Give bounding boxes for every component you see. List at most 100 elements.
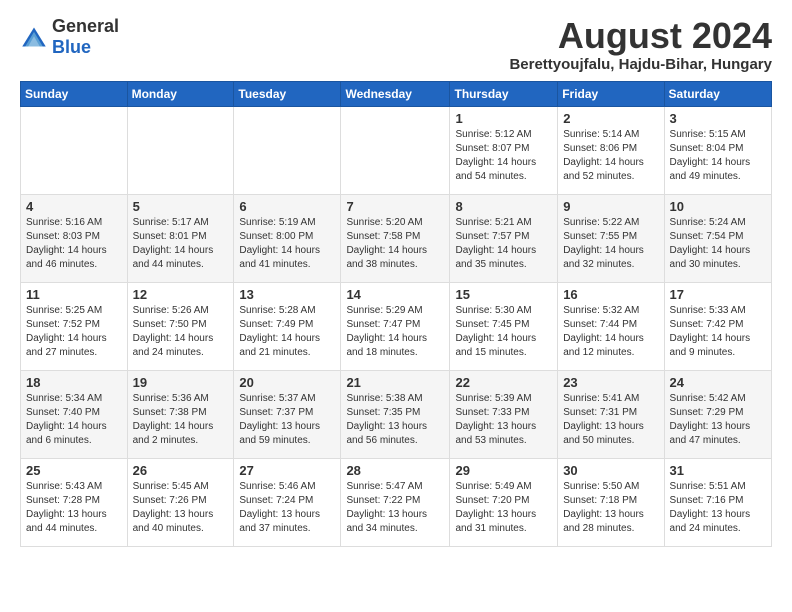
calendar-cell: 6 Sunrise: 5:19 AM Sunset: 8:00 PM Daylig… [234,194,341,282]
calendar-cell: 5 Sunrise: 5:17 AM Sunset: 8:01 PM Daylig… [127,194,234,282]
calendar-cell [341,106,450,194]
cell-detail: Sunrise: 5:21 AM Sunset: 7:57 PM Dayligh… [455,216,552,272]
calendar-week-row: 18Sunrise: 5:34 AM Sunset: 7:40 PM Dayli… [21,370,772,458]
calendar-cell: 15 Sunrise: 5:30 AM Sunset: 7:45 PM Dayli… [450,282,558,370]
cell-detail: Sunrise: 5:33 AM Sunset: 7:42 PM Dayligh… [670,304,766,360]
cell-detail: Sunrise: 5:51 AM Sunset: 7:16 PM Dayligh… [670,480,766,536]
day-number: 5 [133,199,229,214]
cell-detail: Sunrise: 5:37 AM Sunset: 7:37 PM Dayligh… [239,392,335,448]
cell-detail: Sunrise: 5:32 AM Sunset: 7:44 PM Dayligh… [563,304,658,360]
calendar-week-row: 25 Sunrise: 5:43 AM Sunset: 7:28 PM Dayli… [21,458,772,546]
calendar-cell: 20 Sunrise: 5:37 AM Sunset: 7:37 PM Dayli… [234,370,341,458]
calendar-table: SundayMondayTuesdayWednesdayThursdayFrid… [20,81,772,547]
logo: General Blue [20,16,119,58]
day-number: 12 [133,287,229,302]
calendar-cell: 3 Sunrise: 5:15 AM Sunset: 8:04 PM Daylig… [664,106,771,194]
day-number: 22 [455,375,552,390]
calendar-cell: 24 Sunrise: 5:42 AM Sunset: 7:29 PM Dayli… [664,370,771,458]
day-number: 28 [346,463,444,478]
calendar-cell: 1Sunrise: 5:12 AM Sunset: 8:07 PM Daylig… [450,106,558,194]
calendar-week-row: 11 Sunrise: 5:25 AM Sunset: 7:52 PM Dayli… [21,282,772,370]
calendar-week-row: 1Sunrise: 5:12 AM Sunset: 8:07 PM Daylig… [21,106,772,194]
cell-detail: Sunrise: 5:43 AM Sunset: 7:28 PM Dayligh… [26,480,122,536]
weekday-header-monday: Monday [127,81,234,106]
calendar-cell: 19 Sunrise: 5:36 AM Sunset: 7:38 PM Dayli… [127,370,234,458]
cell-detail: Sunrise: 5:30 AM Sunset: 7:45 PM Dayligh… [455,304,552,360]
weekday-header-wednesday: Wednesday [341,81,450,106]
cell-detail: Sunrise: 5:16 AM Sunset: 8:03 PM Dayligh… [26,216,122,272]
cell-detail: Sunrise: 5:12 AM Sunset: 8:07 PM Dayligh… [455,128,552,184]
cell-detail: Sunrise: 5:49 AM Sunset: 7:20 PM Dayligh… [455,480,552,536]
calendar-cell: 22 Sunrise: 5:39 AM Sunset: 7:33 PM Dayli… [450,370,558,458]
cell-detail: Sunrise: 5:45 AM Sunset: 7:26 PM Dayligh… [133,480,229,536]
cell-detail: Sunrise: 5:29 AM Sunset: 7:47 PM Dayligh… [346,304,444,360]
cell-detail: Sunrise: 5:46 AM Sunset: 7:24 PM Dayligh… [239,480,335,536]
calendar-cell [21,106,128,194]
day-number: 26 [133,463,229,478]
calendar-cell: 30 Sunrise: 5:50 AM Sunset: 7:18 PM Dayli… [558,458,664,546]
weekday-header-thursday: Thursday [450,81,558,106]
weekday-header-friday: Friday [558,81,664,106]
calendar-cell: 8 Sunrise: 5:21 AM Sunset: 7:57 PM Daylig… [450,194,558,282]
calendar-cell: 27 Sunrise: 5:46 AM Sunset: 7:24 PM Dayli… [234,458,341,546]
calendar-header: SundayMondayTuesdayWednesdayThursdayFrid… [21,81,772,106]
weekday-header-sunday: Sunday [21,81,128,106]
cell-detail: Sunrise: 5:39 AM Sunset: 7:33 PM Dayligh… [455,392,552,448]
cell-detail: Sunrise: 5:24 AM Sunset: 7:54 PM Dayligh… [670,216,766,272]
day-number: 27 [239,463,335,478]
cell-detail: Sunrise: 5:38 AM Sunset: 7:35 PM Dayligh… [346,392,444,448]
cell-detail: Sunrise: 5:42 AM Sunset: 7:29 PM Dayligh… [670,392,766,448]
day-number: 19 [133,375,229,390]
cell-detail: Sunrise: 5:14 AM Sunset: 8:06 PM Dayligh… [563,128,658,184]
day-number: 30 [563,463,658,478]
cell-detail: Sunrise: 5:25 AM Sunset: 7:52 PM Dayligh… [26,304,122,360]
day-number: 20 [239,375,335,390]
calendar-cell: 14Sunrise: 5:29 AM Sunset: 7:47 PM Dayli… [341,282,450,370]
calendar-cell: 21Sunrise: 5:38 AM Sunset: 7:35 PM Dayli… [341,370,450,458]
day-number: 11 [26,287,122,302]
weekday-header-tuesday: Tuesday [234,81,341,106]
day-number: 17 [670,287,766,302]
day-number: 6 [239,199,335,214]
day-number: 3 [670,111,766,126]
cell-detail: Sunrise: 5:28 AM Sunset: 7:49 PM Dayligh… [239,304,335,360]
page-header: General Blue August 2024 Berettyoujfalu,… [20,16,772,73]
calendar-cell: 23Sunrise: 5:41 AM Sunset: 7:31 PM Dayli… [558,370,664,458]
calendar-body: 1Sunrise: 5:12 AM Sunset: 8:07 PM Daylig… [21,106,772,546]
day-number: 2 [563,111,658,126]
calendar-cell: 16 Sunrise: 5:32 AM Sunset: 7:44 PM Dayli… [558,282,664,370]
weekday-header-row: SundayMondayTuesdayWednesdayThursdayFrid… [21,81,772,106]
calendar-cell: 29Sunrise: 5:49 AM Sunset: 7:20 PM Dayli… [450,458,558,546]
day-number: 18 [26,375,122,390]
cell-detail: Sunrise: 5:17 AM Sunset: 8:01 PM Dayligh… [133,216,229,272]
cell-detail: Sunrise: 5:26 AM Sunset: 7:50 PM Dayligh… [133,304,229,360]
calendar-cell: 7Sunrise: 5:20 AM Sunset: 7:58 PM Daylig… [341,194,450,282]
cell-detail: Sunrise: 5:20 AM Sunset: 7:58 PM Dayligh… [346,216,444,272]
day-number: 16 [563,287,658,302]
cell-detail: Sunrise: 5:36 AM Sunset: 7:38 PM Dayligh… [133,392,229,448]
day-number: 10 [670,199,766,214]
month-year-title: August 2024 [509,16,772,56]
location-subtitle: Berettyoujfalu, Hajdu-Bihar, Hungary [509,56,772,73]
calendar-cell: 13Sunrise: 5:28 AM Sunset: 7:49 PM Dayli… [234,282,341,370]
cell-detail: Sunrise: 5:15 AM Sunset: 8:04 PM Dayligh… [670,128,766,184]
calendar-cell: 2 Sunrise: 5:14 AM Sunset: 8:06 PM Daylig… [558,106,664,194]
logo-text: General Blue [52,16,119,58]
day-number: 25 [26,463,122,478]
day-number: 31 [670,463,766,478]
cell-detail: Sunrise: 5:50 AM Sunset: 7:18 PM Dayligh… [563,480,658,536]
calendar-cell: 28 Sunrise: 5:47 AM Sunset: 7:22 PM Dayli… [341,458,450,546]
calendar-cell: 17 Sunrise: 5:33 AM Sunset: 7:42 PM Dayli… [664,282,771,370]
day-number: 8 [455,199,552,214]
cell-detail: Sunrise: 5:19 AM Sunset: 8:00 PM Dayligh… [239,216,335,272]
calendar-cell: 9Sunrise: 5:22 AM Sunset: 7:55 PM Daylig… [558,194,664,282]
calendar-cell: 25 Sunrise: 5:43 AM Sunset: 7:28 PM Dayli… [21,458,128,546]
title-block: August 2024 Berettyoujfalu, Hajdu-Bihar,… [509,16,772,73]
weekday-header-saturday: Saturday [664,81,771,106]
day-number: 4 [26,199,122,214]
day-number: 15 [455,287,552,302]
cell-detail: Sunrise: 5:47 AM Sunset: 7:22 PM Dayligh… [346,480,444,536]
calendar-cell: 31 Sunrise: 5:51 AM Sunset: 7:16 PM Dayli… [664,458,771,546]
day-number: 24 [670,375,766,390]
cell-detail: Sunrise: 5:22 AM Sunset: 7:55 PM Dayligh… [563,216,658,272]
